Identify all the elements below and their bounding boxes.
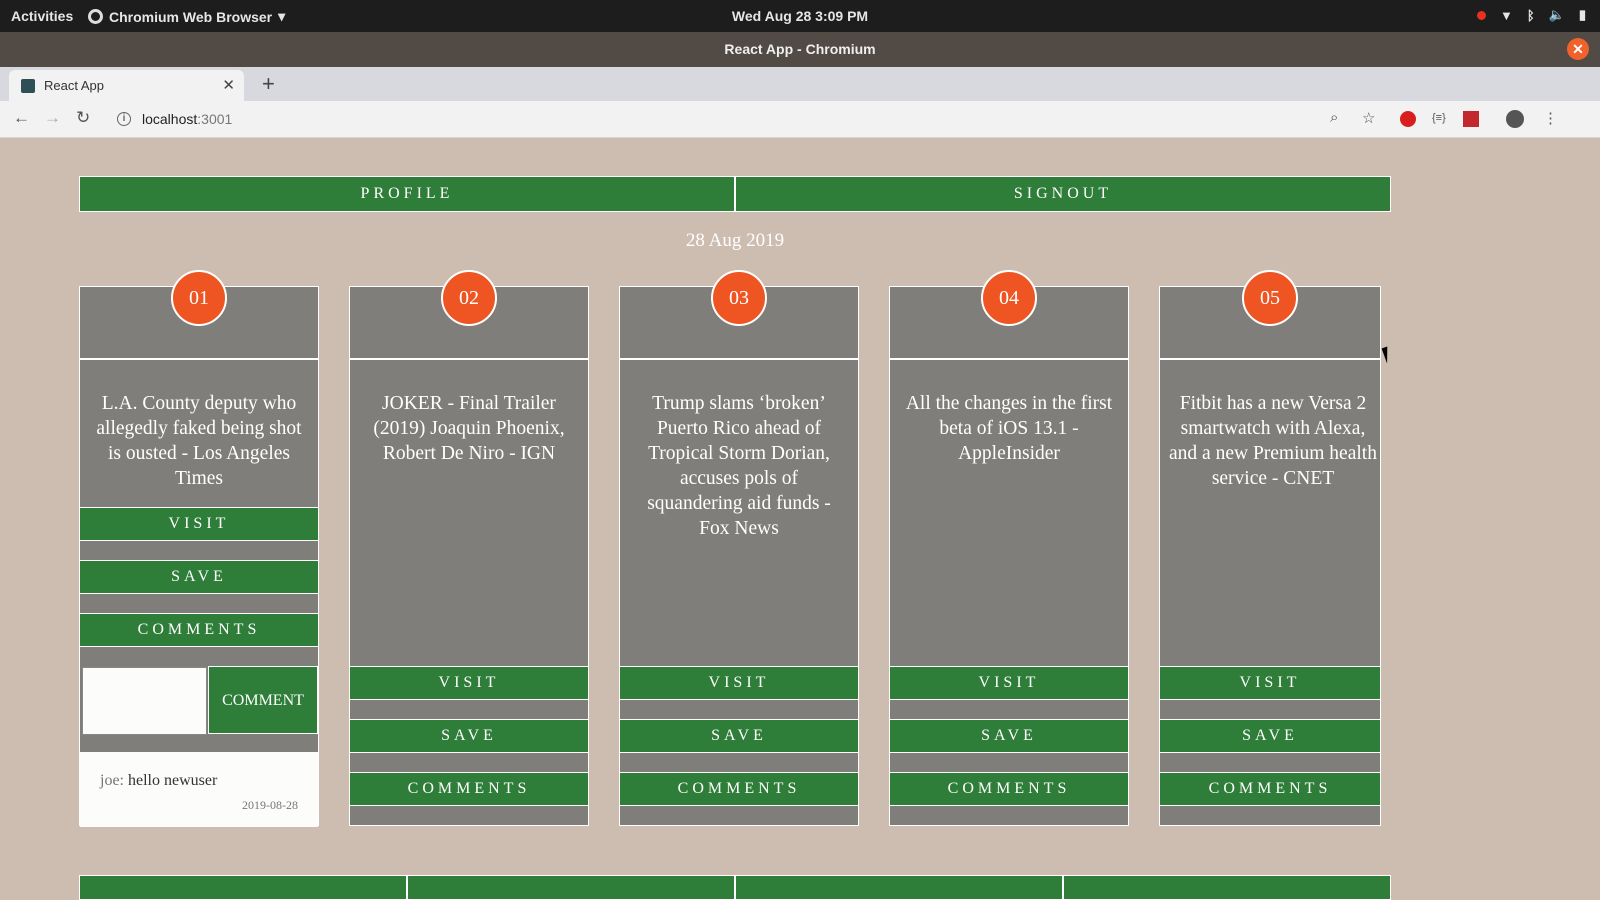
comment-form: COMMENT (80, 666, 318, 736)
visit-button[interactable]: VISIT (350, 666, 588, 700)
comment-item: joe: hello newuser 2019-08-28 (80, 752, 318, 827)
extension-json-icon[interactable]: {≡} (1432, 112, 1446, 124)
visit-button[interactable]: VISIT (890, 666, 1128, 700)
extension-red-icon[interactable] (1400, 111, 1416, 131)
bottom-nav-button-2[interactable] (407, 875, 735, 900)
visit-button[interactable]: VISIT (620, 666, 858, 700)
comment-date: 2019-08-28 (242, 798, 298, 812)
card-header: 03 (620, 270, 858, 360)
bookmark-star-icon[interactable]: ☆ (1362, 109, 1375, 127)
tab-strip: React App ✕ + (0, 67, 1600, 101)
browser-toolbar: ← → ↻ i localhost:3001 ⌕ ☆ {≡} ⋮ (0, 101, 1600, 138)
system-clock[interactable]: Wed Aug 28 3:09 PM (0, 8, 1600, 24)
news-card-2: 02 JOKER - Final Trailer (2019) Joaquin … (349, 270, 589, 826)
news-card-4: 04 All the changes in the first beta of … (889, 270, 1129, 826)
comment-text: hello newuser (128, 772, 218, 789)
save-button[interactable]: SAVE (350, 719, 588, 753)
card-header: 01 (80, 270, 318, 360)
comments-button[interactable]: COMMENTS (890, 772, 1128, 806)
reload-icon[interactable]: ↻ (76, 108, 90, 128)
save-button[interactable]: SAVE (620, 719, 858, 753)
card-header: 02 (350, 270, 588, 360)
back-icon[interactable]: ← (13, 108, 30, 128)
save-button[interactable]: SAVE (890, 719, 1128, 753)
bottom-nav-button-3[interactable] (735, 875, 1063, 900)
card-number-badge: 05 (1242, 270, 1298, 326)
bottom-nav-button-1[interactable] (79, 875, 407, 900)
card-headline: JOKER - Final Trailer (2019) Joaquin Pho… (373, 393, 565, 464)
battery-icon: ▮ (1578, 7, 1586, 22)
forward-icon[interactable]: → (44, 108, 61, 128)
news-card-5: 05 Fitbit has a new Versa 2 smartwatch w… (1159, 270, 1381, 826)
comments-button[interactable]: COMMENTS (620, 772, 858, 806)
card-number-badge: 01 (171, 270, 227, 326)
comment-user: joe: (100, 772, 124, 789)
system-top-bar: Activities Chromium Web Browser ▾ Wed Au… (0, 0, 1600, 32)
extension-square-icon[interactable] (1463, 111, 1479, 131)
profile-button[interactable]: PROFILE (79, 176, 735, 212)
recording-icon (1476, 10, 1486, 20)
url-text[interactable]: localhost:3001 (142, 111, 232, 127)
app-nav: PROFILE SIGNOUT (79, 176, 1391, 212)
card-header: 05 (1160, 270, 1380, 360)
window-title: React App - Chromium (724, 41, 876, 57)
volume-icon: 🔈 (1548, 7, 1565, 22)
comment-body: joe: hello newuser (100, 772, 217, 790)
menu-dots-icon[interactable]: ⋮ (1543, 109, 1558, 127)
tab-react-app[interactable]: React App ✕ (9, 70, 244, 101)
page-content: PROFILE SIGNOUT 28 Aug 2019 01 L.A. Coun… (0, 138, 1600, 900)
signout-button[interactable]: SIGNOUT (735, 176, 1391, 212)
card-number-badge: 03 (711, 270, 767, 326)
card-headline: All the changes in the first beta of iOS… (905, 393, 1113, 464)
info-icon[interactable]: i (117, 112, 131, 126)
save-button[interactable]: SAVE (1160, 719, 1380, 753)
zoom-icon[interactable]: ⌕ (1330, 109, 1338, 126)
comments-button[interactable]: COMMENTS (1160, 772, 1380, 806)
wifi-icon: ▼ (1499, 7, 1513, 23)
card-headline: L.A. County deputy who allegedly faked b… (96, 393, 302, 489)
comments-button[interactable]: COMMENTS (350, 772, 588, 806)
tab-title: React App (44, 78, 104, 93)
card-number-badge: 02 (441, 270, 497, 326)
card-number-badge: 04 (981, 270, 1037, 326)
submit-comment-button[interactable]: COMMENT (208, 666, 318, 734)
bottom-nav-button-4[interactable] (1063, 875, 1391, 900)
bluetooth-icon: ᛒ (1526, 7, 1535, 23)
next-row-nav (79, 875, 1391, 900)
system-tray[interactable]: ▼ ᛒ 🔈 ▮ (1476, 7, 1586, 23)
save-button[interactable]: SAVE (80, 560, 318, 594)
comment-textarea[interactable] (82, 667, 207, 735)
window-close-button[interactable]: ✕ (1567, 38, 1589, 60)
news-card-1: 01 L.A. County deputy who allegedly fake… (79, 270, 319, 827)
card-header: 04 (890, 270, 1128, 360)
url-port: :3001 (197, 111, 233, 127)
profile-avatar-icon[interactable] (1506, 110, 1524, 132)
window-title-bar: React App - Chromium ✕ (0, 32, 1600, 67)
url-host: localhost (142, 111, 198, 127)
comments-button[interactable]: COMMENTS (80, 613, 318, 647)
visit-button[interactable]: VISIT (1160, 666, 1380, 700)
card-headline: Fitbit has a new Versa 2 smartwatch with… (1169, 393, 1377, 489)
address-bar[interactable]: i localhost:3001 (108, 104, 1408, 134)
card-headline: Trump slams ‘broken’ Puerto Rico ahead o… (647, 393, 831, 539)
page-date: 28 Aug 2019 (685, 230, 785, 251)
tab-close-icon[interactable]: ✕ (222, 76, 235, 94)
visit-button[interactable]: VISIT (80, 507, 318, 541)
react-favicon-icon (21, 79, 35, 93)
new-tab-button[interactable]: + (262, 71, 275, 97)
news-card-3: 03 Trump slams ‘broken’ Puerto Rico ahea… (619, 270, 859, 826)
